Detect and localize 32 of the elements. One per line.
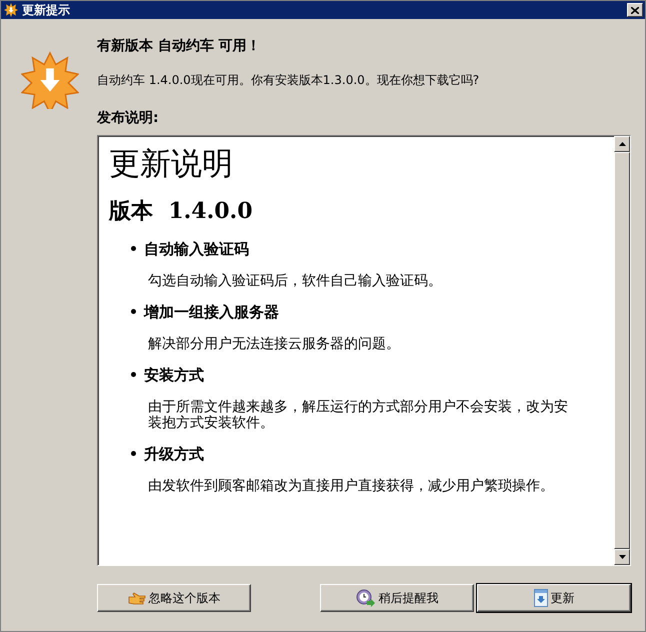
bullet-icon — [131, 451, 136, 456]
bullet-icon — [131, 372, 136, 377]
notes-title: 更新说明 — [109, 145, 234, 184]
release-notes-label: 发布说明: — [97, 109, 160, 127]
item-description: 勾选自动输入验证码后，软件自己输入验证码。 — [148, 273, 443, 289]
down-arrow-icon — [618, 555, 626, 559]
bullet-icon — [131, 246, 136, 251]
update-heading: 有新版本 自动约车 可用！ — [97, 37, 262, 55]
dialog-button[interactable]: 更新 — [477, 584, 631, 612]
up-arrow-icon — [618, 142, 626, 146]
close-icon — [631, 6, 639, 14]
download-document-icon — [534, 589, 548, 607]
item-description: 由于所需文件越来越多，解压运行的方式部分用户不会安装，改为安装抱方式安装软件。 — [148, 399, 569, 431]
star-icon — [4, 3, 18, 17]
dialog-button[interactable]: 忽略这个版本 — [97, 584, 251, 612]
download-star-icon — [21, 51, 79, 109]
item-description: 解决部分用户无法连接云服务器的问题。 — [148, 336, 401, 352]
pointing-hand-icon — [128, 590, 146, 606]
item-title: 自动输入验证码 — [144, 240, 249, 259]
version-heading: 版本 1.4.0.0 — [109, 197, 254, 226]
item-title: 增加一组接入服务器 — [144, 303, 279, 322]
item-description: 由发软件到顾客邮箱改为直接用户直接获得，减少用户繁琐操作。 — [148, 478, 555, 494]
window-title: 更新提示 — [22, 2, 71, 18]
item-title: 安装方式 — [144, 366, 204, 385]
item-title: 升级方式 — [144, 445, 204, 464]
update-message: 自动约车 1.4.0.0现在可用。你有安装版本1.3.0.0。现在你想下载它吗? — [97, 72, 480, 89]
clock-icon — [356, 589, 376, 607]
close-button[interactable] — [627, 3, 643, 17]
dialog-button[interactable]: 稍后提醒我 — [320, 584, 474, 612]
bullet-icon — [131, 309, 136, 314]
scroll-up-button[interactable] — [614, 136, 630, 152]
scroll-down-button[interactable] — [614, 549, 630, 565]
